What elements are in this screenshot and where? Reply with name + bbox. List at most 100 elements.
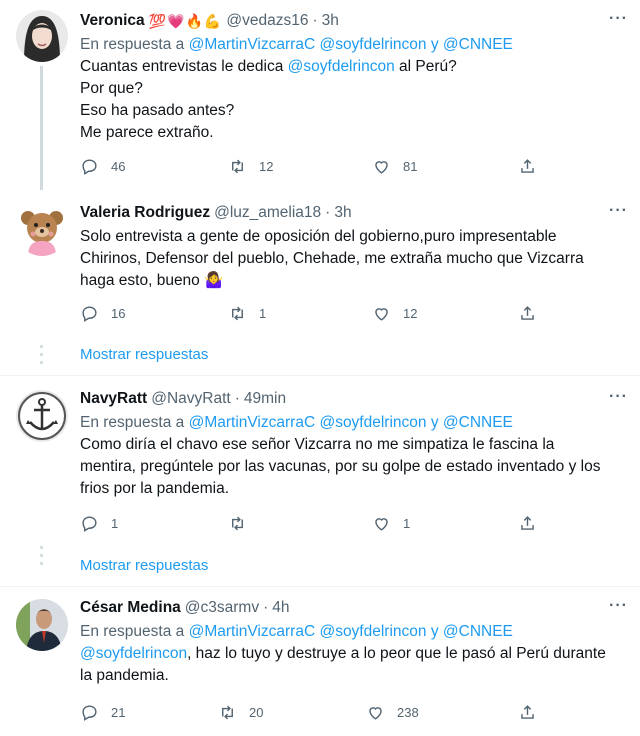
tweet-navyratt[interactable]: NavyRatt @NavyRatt · 49min En respuesta … — [0, 376, 640, 586]
like-button[interactable]: 238 — [366, 703, 419, 722]
retweet-icon — [232, 516, 243, 531]
timestamp[interactable]: 49min — [244, 390, 286, 408]
tweet-text: Como diría el chavo ese señor Vizcarra n… — [80, 436, 601, 497]
separator: · — [263, 599, 269, 616]
heart-icon — [375, 518, 388, 531]
mention-link[interactable]: @MartinVizcarraC — [189, 414, 316, 431]
display-name[interactable]: Veronica — [80, 12, 145, 30]
share-button[interactable] — [518, 703, 537, 722]
heart-icon — [369, 707, 382, 720]
reply-icon — [82, 516, 97, 532]
avatar-veronica[interactable] — [16, 10, 68, 62]
tweet-veronica[interactable]: Veronica 💯💗🔥💪 @vedazs16 · 3h En respuest… — [0, 0, 640, 190]
reply-count: 16 — [111, 306, 126, 321]
like-button[interactable]: 81 — [372, 157, 417, 176]
like-count: 238 — [397, 705, 419, 720]
tweet-header: Veronica 💯💗🔥💪 @vedazs16 · 3h — [80, 10, 628, 32]
retweet-icon — [222, 705, 233, 720]
display-name[interactable]: César Medina — [80, 599, 181, 617]
mention-link[interactable]: @soyfdelrincon — [319, 623, 426, 640]
share-icon — [521, 516, 534, 530]
retweet-icon — [232, 306, 243, 321]
share-icon — [521, 705, 534, 719]
reply-button[interactable]: 1 — [80, 514, 118, 533]
mention-link[interactable]: @soyfdelrincon — [288, 58, 395, 75]
reply-context: En respuesta a @MartinVizcarraC @soyfdel… — [80, 36, 513, 53]
tweet-text: Cuantas entrevistas le dedica @soyfdelri… — [80, 58, 457, 141]
tweet-header: NavyRatt @NavyRatt · 49min — [80, 388, 628, 410]
share-icon — [521, 159, 534, 173]
retweet-count: 1 — [259, 306, 267, 321]
mention-link[interactable]: @soyfdelrincon — [319, 36, 426, 53]
mention-link[interactable]: @soyfdelrincon — [80, 645, 187, 662]
user-handle[interactable]: @c3sarmv — [185, 599, 259, 617]
reply-button[interactable]: 46 — [80, 157, 125, 176]
reply-count: 1 — [111, 516, 119, 531]
more-options-icon[interactable]: ··· — [609, 202, 628, 220]
timestamp[interactable]: 3h — [322, 12, 339, 30]
mention-and[interactable]: y — [431, 414, 439, 431]
share-button[interactable] — [518, 157, 537, 176]
mention-link[interactable]: @CNNEE — [443, 414, 513, 431]
reply-context: En respuesta a @MartinVizcarraC @soyfdel… — [80, 623, 513, 640]
display-name[interactable]: Valeria Rodriguez — [80, 204, 210, 222]
retweet-button[interactable] — [228, 514, 259, 533]
retweet-count: 12 — [259, 159, 274, 174]
user-handle[interactable]: @luz_amelia18 — [214, 204, 321, 222]
retweet-count: 20 — [249, 705, 264, 720]
separator: · — [325, 204, 331, 221]
avatar-navyratt[interactable] — [16, 390, 68, 442]
retweet-button[interactable]: 12 — [228, 157, 273, 176]
more-options-icon[interactable]: ··· — [609, 10, 628, 28]
user-handle[interactable]: @NavyRatt — [151, 390, 230, 408]
retweet-button[interactable]: 20 — [218, 703, 263, 722]
retweet-icon — [232, 159, 243, 174]
tweet-cesar[interactable]: César Medina @c3sarmv · 4h En respuesta … — [0, 587, 640, 736]
share-button[interactable] — [518, 304, 537, 323]
share-button[interactable] — [518, 514, 537, 533]
share-icon — [521, 306, 534, 320]
like-count: 1 — [403, 516, 411, 531]
timestamp[interactable]: 3h — [334, 204, 351, 222]
mention-link[interactable]: @CNNEE — [443, 623, 513, 640]
avatar-cesar[interactable] — [16, 599, 68, 651]
mention-link[interactable]: @MartinVizcarraC — [189, 623, 316, 640]
heart-icon — [375, 161, 388, 174]
like-count: 81 — [403, 159, 418, 174]
separator: · — [312, 12, 318, 29]
thread-line — [40, 66, 43, 190]
reply-count: 21 — [111, 705, 126, 720]
timestamp[interactable]: 4h — [272, 599, 289, 617]
mention-and[interactable]: y — [431, 623, 439, 640]
thread-dots — [40, 345, 43, 369]
more-options-icon[interactable]: ··· — [609, 597, 628, 615]
tweet-header: César Medina @c3sarmv · 4h — [80, 597, 628, 619]
reply-button[interactable]: 16 — [80, 304, 125, 323]
mention-link[interactable]: @soyfdelrincon — [319, 414, 426, 431]
show-replies-link[interactable]: Mostrar respuestas — [80, 557, 208, 574]
tweet-text: @soyfdelrincon, haz lo tuyo y destruye a… — [80, 645, 606, 684]
display-name[interactable]: NavyRatt — [80, 390, 147, 408]
reply-icon — [82, 306, 97, 322]
like-button[interactable]: 1 — [372, 514, 410, 533]
retweet-button[interactable]: 1 — [228, 304, 266, 323]
reply-count: 46 — [111, 159, 126, 174]
reply-icon — [82, 705, 97, 721]
tweet-text: Solo entrevista a gente de oposición del… — [80, 228, 584, 289]
reply-icon — [82, 159, 97, 175]
more-options-icon[interactable]: ··· — [609, 388, 628, 406]
like-button[interactable]: 12 — [372, 304, 417, 323]
tweet-valeria[interactable]: Valeria Rodriguez @luz_amelia18 · 3h Sol… — [0, 190, 640, 375]
tweet-header: Valeria Rodriguez @luz_amelia18 · 3h — [80, 202, 628, 224]
separator: · — [234, 390, 240, 407]
mention-link[interactable]: @MartinVizcarraC — [189, 36, 316, 53]
user-handle[interactable]: @vedazs16 — [226, 12, 308, 30]
mention-and[interactable]: y — [431, 36, 439, 53]
like-count: 12 — [403, 306, 418, 321]
avatar-valeria[interactable] — [16, 204, 68, 256]
mention-link[interactable]: @CNNEE — [443, 36, 513, 53]
reply-context: En respuesta a @MartinVizcarraC @soyfdel… — [80, 414, 513, 431]
show-replies-link[interactable]: Mostrar respuestas — [80, 346, 208, 363]
reply-button[interactable]: 21 — [80, 703, 125, 722]
name-emoji: 💯💗🔥💪 — [148, 12, 223, 29]
